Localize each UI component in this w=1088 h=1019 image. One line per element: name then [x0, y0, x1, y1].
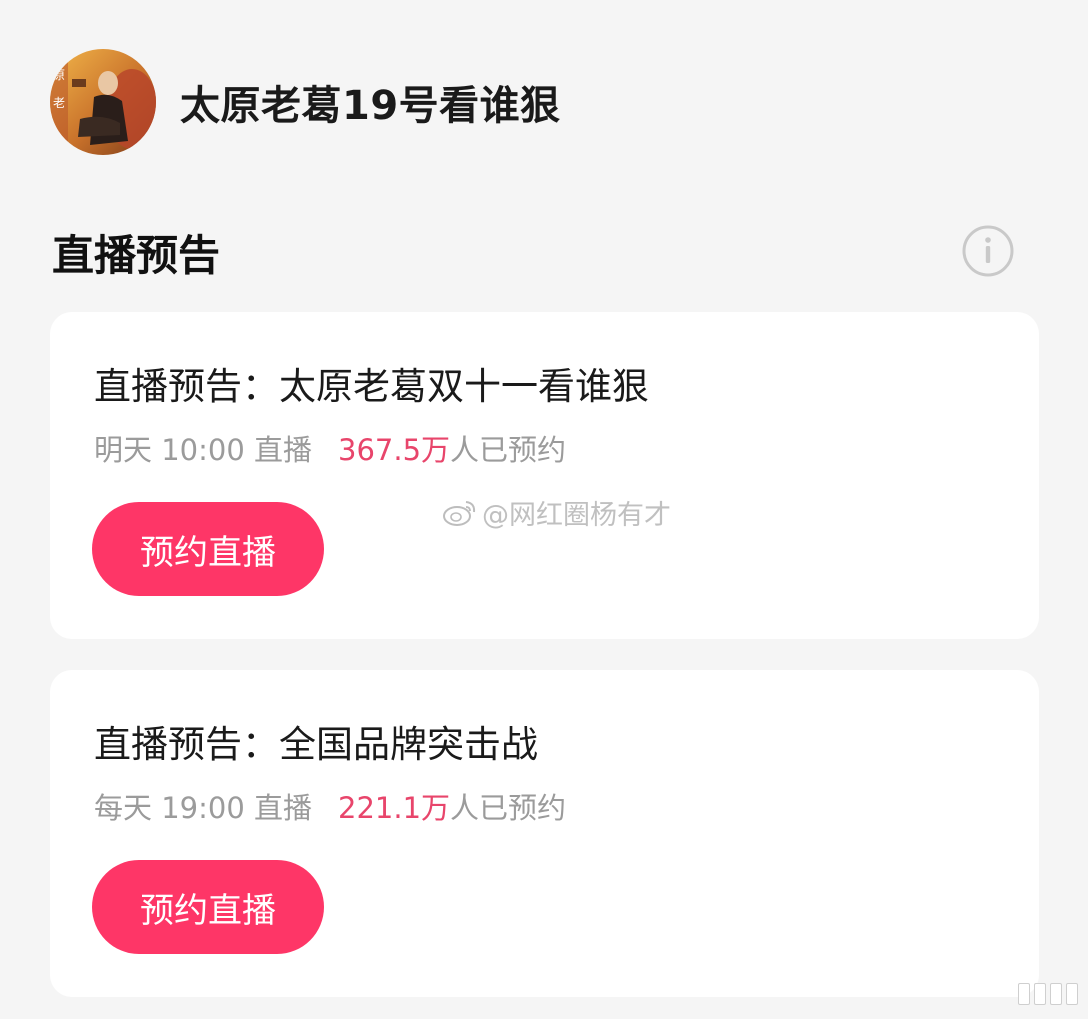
- corner-mark: [1050, 983, 1062, 1005]
- schedule-text: 每天 19:00 直播: [94, 791, 313, 825]
- reservation-suffix: 人已预约: [450, 433, 567, 467]
- profile-name[interactable]: 太原老葛19号看谁狠: [180, 73, 561, 131]
- watermark: @网红圈杨有才: [442, 493, 671, 532]
- reservation-suffix: 人已预约: [450, 791, 567, 825]
- section-title: 直播预告: [52, 231, 221, 280]
- avatar-text-bottom: 老: [53, 96, 65, 110]
- weibo-icon: [443, 500, 476, 526]
- watermark-text: @网红圈杨有才: [482, 500, 671, 531]
- reserve-live-button[interactable]: 预约直播: [92, 502, 324, 596]
- corner-mark: [1066, 983, 1078, 1005]
- corner-decoration: [1018, 983, 1078, 1005]
- section-header: 直播预告: [52, 218, 1015, 284]
- schedule-text: 明天 10:00 直播: [94, 433, 313, 467]
- info-circle-icon[interactable]: [961, 224, 1015, 278]
- card-title: 直播预告：全国品牌突击战: [94, 723, 538, 766]
- reserve-live-button[interactable]: 预约直播: [92, 860, 324, 954]
- reservation-count: 221.1万: [338, 791, 451, 825]
- live-preview-card: 直播预告：太原老葛双十一看谁狠 明天 10:00 直播 367.5万人已预约 预约…: [50, 312, 1039, 639]
- reservation-count: 367.5万: [338, 433, 451, 467]
- avatar-text-top: 原: [53, 68, 65, 82]
- card-meta: 每天 19:00 直播 221.1万人已预约: [94, 785, 566, 827]
- avatar-image: 原 老: [50, 49, 156, 155]
- live-preview-card: 直播预告：全国品牌突击战 每天 19:00 直播 221.1万人已预约 预约直播: [50, 670, 1039, 997]
- card-meta: 明天 10:00 直播 367.5万人已预约: [94, 427, 566, 469]
- avatar[interactable]: 原 老: [50, 49, 156, 155]
- card-title: 直播预告：太原老葛双十一看谁狠: [94, 365, 649, 408]
- profile-header: 原 老 太原老葛19号看谁狠: [50, 48, 561, 156]
- corner-mark: [1034, 983, 1046, 1005]
- corner-mark: [1018, 983, 1030, 1005]
